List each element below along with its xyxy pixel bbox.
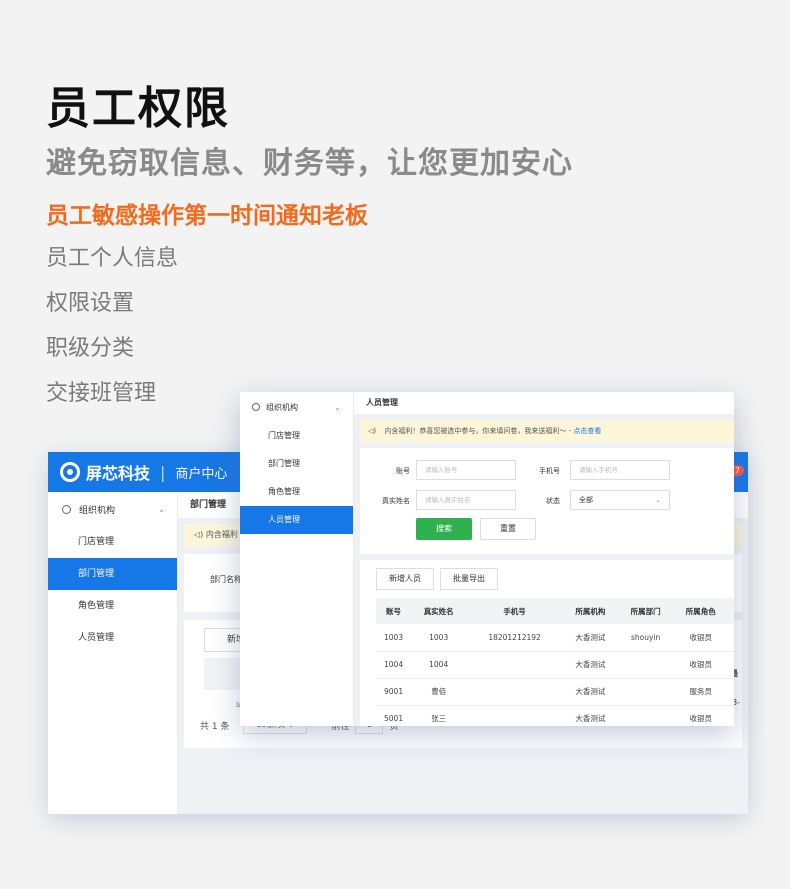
table-row[interactable]: 5001 张三 大香测试 收银员 启用 [376, 705, 734, 726]
sidebar-group-org[interactable]: 组织机构 ⌄ [48, 492, 177, 526]
table-cell: 5001 [376, 705, 412, 726]
table-cell: 启用 [728, 705, 734, 726]
phone-input[interactable]: 请输入手机号 [570, 460, 670, 480]
table-cell: 收银员 [673, 651, 729, 679]
table-cell: 1003 [411, 624, 467, 652]
add-staff-button[interactable]: 新增人员 [376, 568, 434, 590]
chevron-down-icon: ⌄ [158, 504, 165, 514]
table-cell: 大香测试 [562, 624, 619, 652]
account-label: 账号 [396, 467, 410, 475]
brand-logo-icon [60, 462, 80, 482]
page-subtitle: 避免窃取信息、财务等，让您更加安心 [46, 146, 573, 181]
account-input[interactable]: 请输入账号 [416, 460, 516, 480]
sidebar-item-departments[interactable]: 部门管理 [240, 450, 353, 478]
column-header: 状态 [728, 598, 734, 624]
notice-link[interactable]: 点击查看 [573, 427, 601, 435]
phone-label: 手机号 [539, 467, 560, 475]
search-button[interactable]: 搜索 [416, 518, 472, 540]
highlight-text: 员工敏感操作第一时间通知老板 [46, 203, 368, 229]
column-header: 所属机构 [562, 598, 619, 624]
feature-item: 交接班管理 [46, 381, 157, 406]
column-header: 账号 [376, 598, 412, 624]
status-select[interactable]: 全部 ⌄ [570, 490, 670, 510]
sidebar: 组织机构 ⌄ 门店管理 部门管理 角色管理 人员管理 [48, 492, 178, 814]
sidebar-item-stores[interactable]: 门店管理 [48, 526, 177, 558]
status-select-value: 全部 [579, 496, 593, 504]
table-cell: 收银员 [673, 705, 729, 726]
sidebar-group-label: 组织机构 [266, 402, 298, 412]
speaker-icon: ◁) [368, 427, 377, 435]
table-cell: 9001 [376, 678, 412, 706]
table-cell: 启用 [728, 678, 734, 706]
notice-bar: ◁) 内含福利！恭喜您被选中参与，你来填问卷，我来送福利～ - 点击查看 [360, 420, 734, 442]
table-cell [618, 651, 674, 679]
sidebar-item-roles[interactable]: 角色管理 [240, 478, 353, 506]
table-cell: 大香测试 [562, 651, 619, 679]
batch-export-button[interactable]: 批量导出 [440, 568, 498, 590]
sidebar-item-staff[interactable]: 人员管理 [240, 506, 353, 534]
table-cell: 启用 [728, 624, 734, 652]
table-cell: 大香测试 [562, 678, 619, 706]
table-cell: 1003 [376, 624, 412, 652]
staff-window: 组织机构 ⌄ 门店管理 部门管理 角色管理 人员管理 人员管理 ◁) 内含福利！… [240, 392, 734, 726]
table-cell: 收银员 [673, 624, 729, 652]
staff-table-panel: 新增人员 批量导出 账号 真实姓名 手机号 所属机构 所属部门 所属角色 状态 [360, 560, 734, 726]
merchant-center-title: 商户中心 [175, 466, 228, 482]
sidebar-group-org[interactable]: 组织机构 ⌄ [240, 392, 353, 422]
table-cell: 18201212192 [466, 624, 563, 652]
sidebar-group-label: 组织机构 [79, 505, 116, 516]
org-icon [62, 504, 71, 514]
brand-name: 屏芯科技 [86, 464, 151, 483]
feature-item: 权限设置 [46, 291, 135, 316]
column-header: 手机号 [466, 598, 563, 624]
column-header: 所属部门 [618, 598, 674, 624]
status-label: 状态 [546, 497, 560, 505]
column-header: 真实姓名 [411, 598, 467, 624]
table-row[interactable]: 1003 1003 18201212192 大香测试 shouyin 收银员 启… [376, 624, 734, 652]
table-header [204, 658, 244, 690]
table-row[interactable]: 1004 1004 大香测试 收银员 启用 [376, 651, 734, 679]
table-cell: 1004 [376, 651, 412, 679]
sidebar-item-stores[interactable]: 门店管理 [240, 422, 353, 450]
column-header: 所属角色 [673, 598, 729, 624]
sidebar-item-departments[interactable]: 部门管理 [48, 558, 177, 590]
header-separator: | [160, 462, 166, 482]
speaker-icon: ◁) [194, 530, 204, 539]
table-cell: 1004 [411, 651, 467, 679]
table-cell [466, 678, 563, 706]
table-cell: 大香测试 [562, 705, 619, 726]
chevron-down-icon: ⌄ [655, 496, 661, 504]
notice-text: 内含福利！恭喜您被选中参与，你来填问卷，我来送福利～ [384, 427, 567, 435]
feature-item: 职级分类 [46, 336, 135, 361]
table-cell: 曹佰 [411, 678, 467, 706]
table-cell: 服务员 [673, 678, 729, 706]
reset-button[interactable]: 重置 [480, 518, 536, 540]
department-name-label: 部门名称 [210, 575, 242, 584]
sidebar-item-roles[interactable]: 角色管理 [48, 590, 177, 622]
table-cell [618, 678, 674, 706]
table-cell [466, 705, 563, 726]
table-header-row: 账号 真实姓名 手机号 所属机构 所属部门 所属角色 状态 [376, 598, 734, 624]
sidebar-item-staff[interactable]: 人员管理 [48, 622, 177, 654]
sidebar: 组织机构 ⌄ 门店管理 部门管理 角色管理 人员管理 [240, 392, 354, 726]
table-cell [466, 651, 563, 679]
main-content: 人员管理 ◁) 内含福利！恭喜您被选中参与，你来填问卷，我来送福利～ - 点击查… [354, 392, 734, 726]
notice-text: 内含福利 [205, 530, 238, 539]
table-cell [618, 705, 674, 726]
page-title: 员工权限 [46, 83, 230, 134]
real-name-label: 真实姓名 [382, 497, 410, 505]
table-cell: 张三 [411, 705, 467, 726]
total-count: 共 1 条 [200, 721, 230, 732]
staff-table: 账号 真实姓名 手机号 所属机构 所属部门 所属角色 状态 1003 1003 … [376, 598, 734, 726]
table-row[interactable]: 9001 曹佰 大香测试 服务员 启用 [376, 678, 734, 706]
real-name-input[interactable]: 请输入真实姓名 [416, 490, 516, 510]
chevron-down-icon: ⌄ [334, 402, 341, 412]
feature-item: 员工个人信息 [46, 246, 179, 271]
breadcrumb: 人员管理 [354, 392, 734, 414]
search-form: 账号 请输入账号 手机号 请输入手机号 真实姓名 请输入真实姓名 状态 全部 ⌄… [360, 448, 734, 554]
table-cell: shouyin [618, 624, 674, 652]
org-icon [252, 403, 260, 411]
table-cell: 启用 [728, 651, 734, 679]
